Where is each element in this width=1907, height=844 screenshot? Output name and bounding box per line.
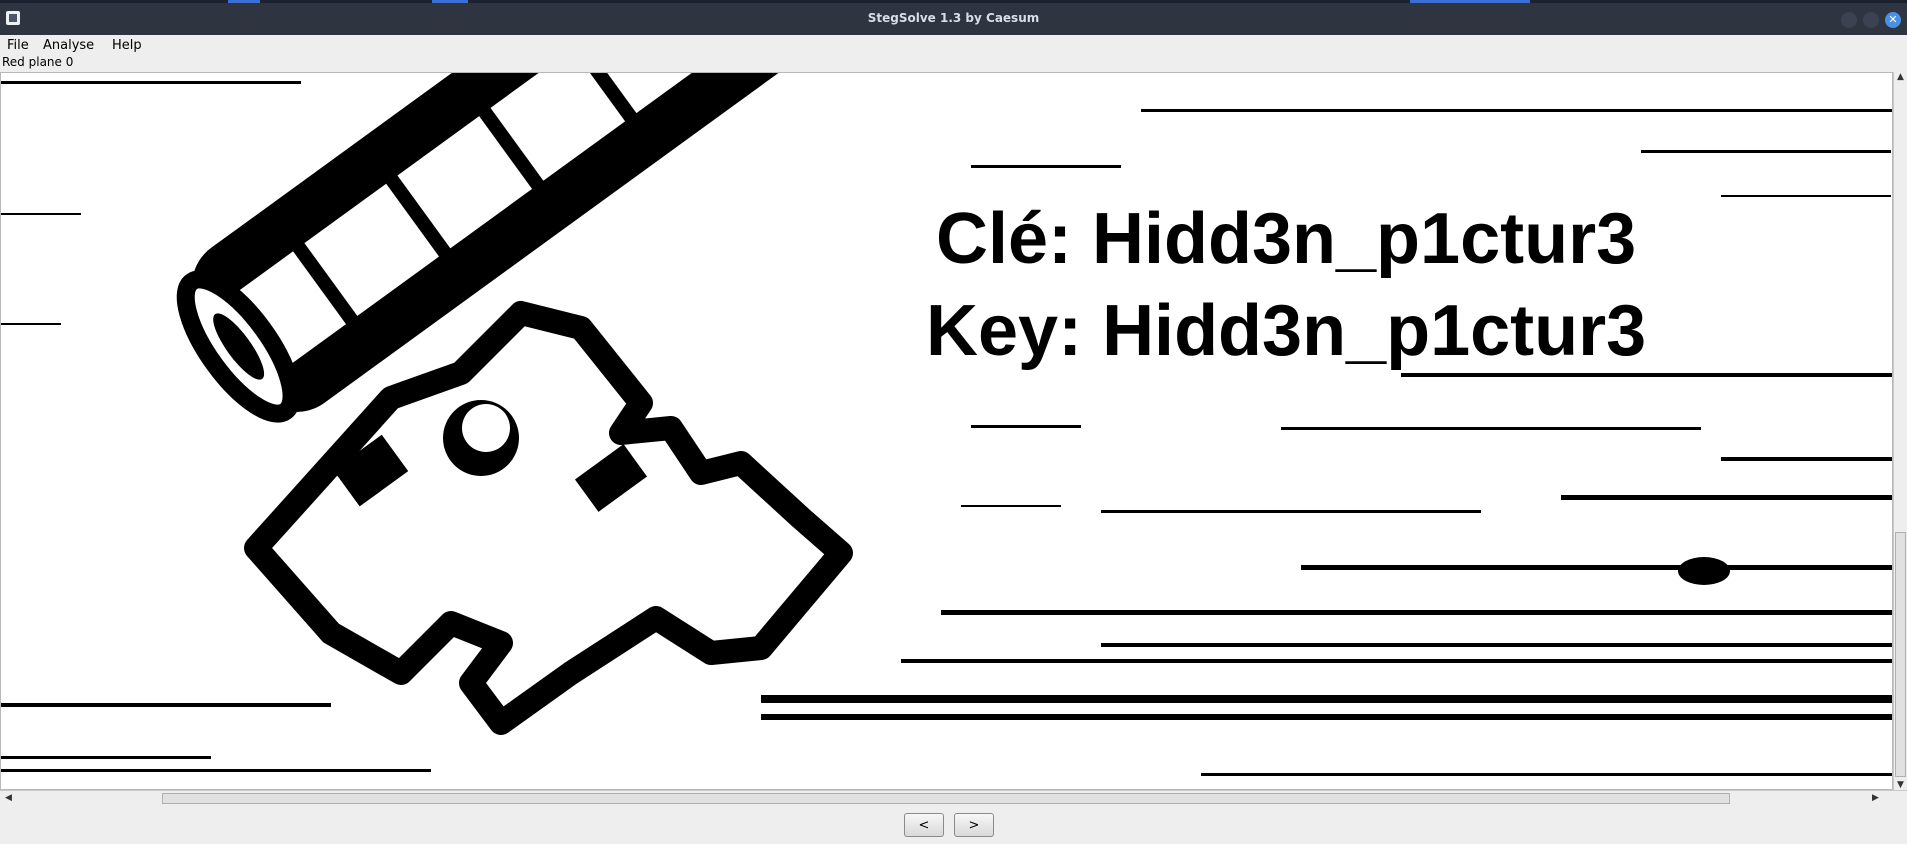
close-icon: ✕ [1888, 13, 1898, 26]
plane-label: Red plane 0 [2, 55, 74, 69]
vertical-scrollbar[interactable]: ▲ ▼ [1893, 72, 1907, 790]
menu-help[interactable]: Help [112, 38, 142, 53]
image-viewport: Clé: Hidd3n_p1ctur3 Key: Hidd3n_p1ctur3 [0, 72, 1893, 790]
hidden-text-line-2: Key: Hidd3n_p1ctur3 [926, 291, 1646, 371]
close-button[interactable]: ✕ [1885, 12, 1901, 28]
next-plane-button[interactable]: > [954, 813, 994, 837]
window-titlebar[interactable]: StegSolve 1.3 by Caesum ✕ [0, 3, 1907, 35]
menu-analyse[interactable]: Analyse [43, 38, 94, 53]
minimize-button[interactable] [1841, 12, 1857, 28]
scroll-up-icon[interactable]: ▲ [1897, 72, 1904, 82]
menu-bar: File Analyse Help [0, 35, 1907, 55]
scroll-left-icon[interactable]: ◀ [5, 793, 12, 803]
vertical-scroll-thumb[interactable] [1895, 532, 1906, 777]
key-illustration [176, 73, 904, 735]
hidden-text-line-1: Clé: Hidd3n_p1ctur3 [936, 199, 1636, 279]
image-canvas: Clé: Hidd3n_p1ctur3 Key: Hidd3n_p1ctur3 [1, 73, 1892, 776]
scroll-down-icon[interactable]: ▼ [1897, 780, 1904, 790]
horizontal-scrollbar[interactable]: ◀ ▶ [0, 790, 1907, 806]
window-title: StegSolve 1.3 by Caesum [867, 11, 1040, 25]
scroll-right-icon[interactable]: ▶ [1872, 793, 1879, 803]
prev-plane-button[interactable]: < [904, 813, 944, 837]
maximize-button[interactable] [1863, 12, 1879, 28]
menu-file[interactable]: File [7, 38, 29, 53]
horizontal-scroll-thumb[interactable] [162, 793, 1730, 804]
wood-grain [1, 81, 1892, 776]
